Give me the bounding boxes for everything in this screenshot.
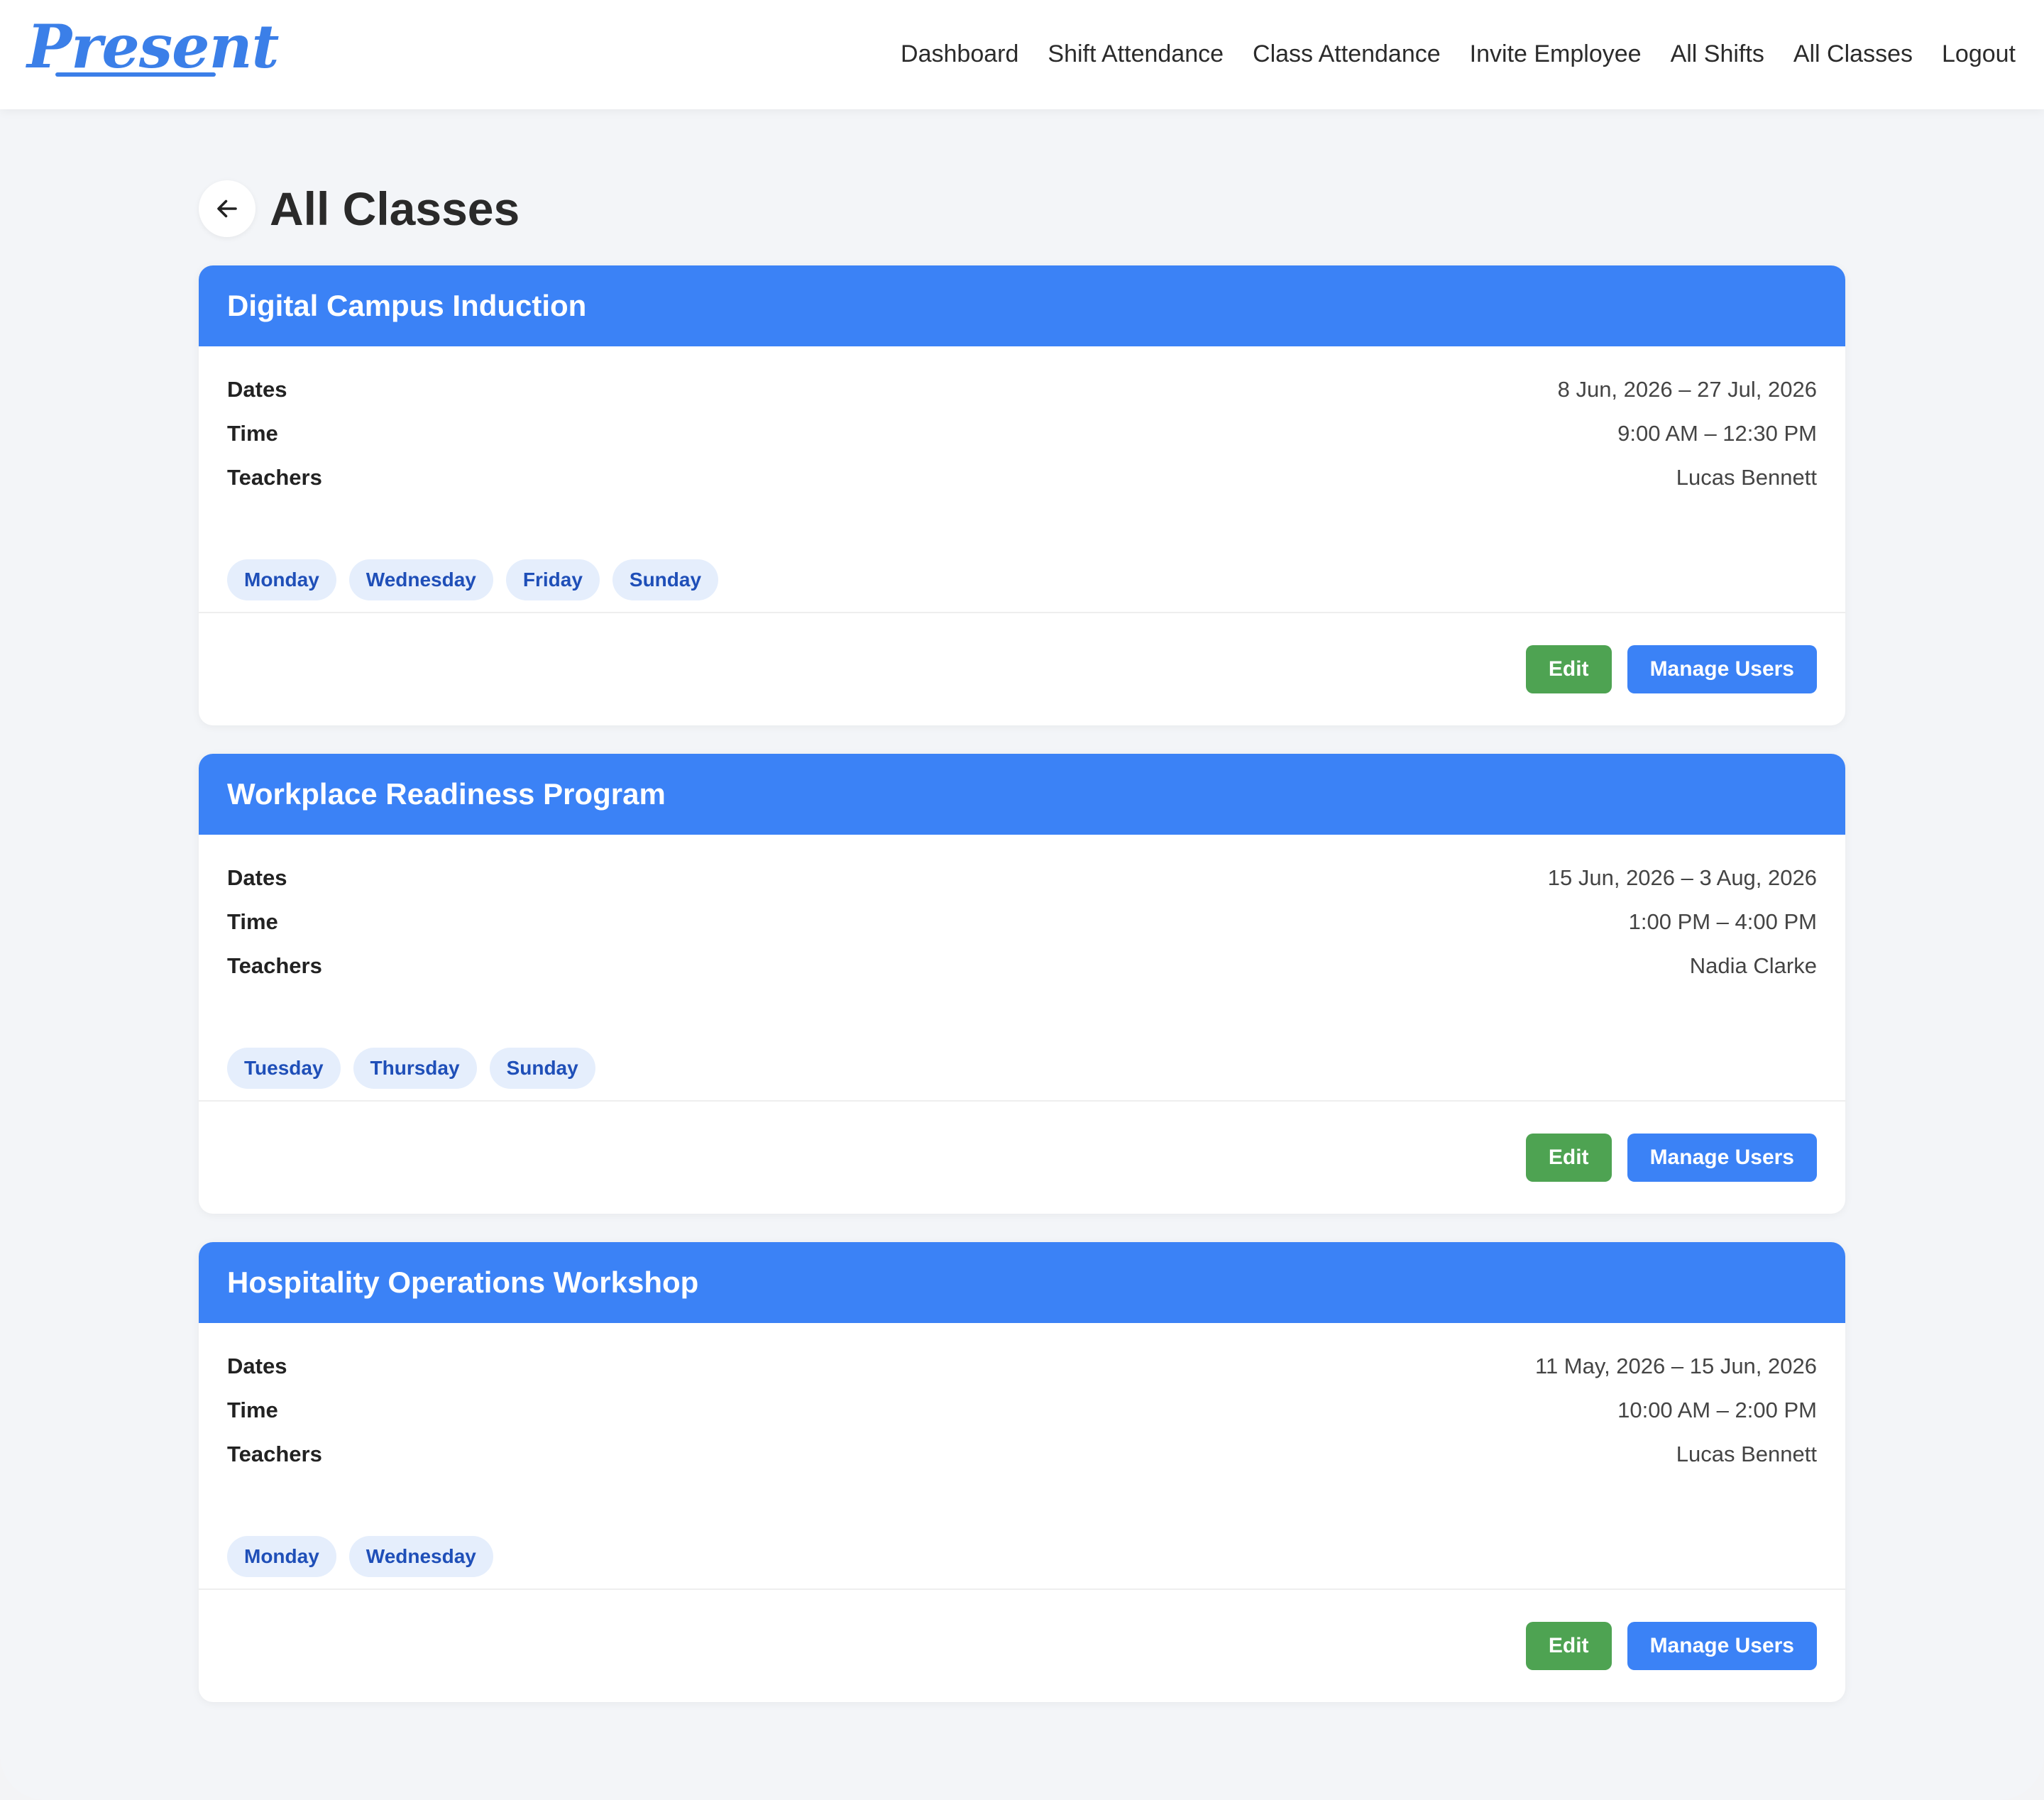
teachers-row: Teachers Nadia Clarke [227,944,1817,988]
time-label: Time [227,1398,278,1422]
teachers-value: Lucas Bennett [1676,465,1817,490]
teachers-row: Teachers Lucas Bennett [227,1432,1817,1476]
day-pill: Sunday [612,559,719,600]
class-name: Workplace Readiness Program [227,777,666,811]
manage-users-button[interactable]: Manage Users [1627,645,1817,693]
class-card-footer: Edit Manage Users [199,612,1845,725]
nav-all-classes[interactable]: All Classes [1793,35,1913,72]
edit-button[interactable]: Edit [1525,645,1612,693]
dates-row: Dates 8 Jun, 2026 – 27 Jul, 2026 [227,368,1817,412]
arrow-left-icon [217,199,237,218]
class-card-footer: Edit Manage Users [199,1588,1845,1702]
dates-label: Dates [227,1354,287,1378]
nav-logout[interactable]: Logout [1942,35,2016,72]
day-pill: Friday [505,559,600,600]
class-card: Digital Campus Induction Dates 8 Jun, 20… [199,265,1845,725]
brand-logo[interactable]: Present [27,11,279,82]
day-pill: Wednesday [348,1536,493,1577]
dates-row: Dates 15 Jun, 2026 – 3 Aug, 2026 [227,856,1817,900]
class-card-header: Hospitality Operations Workshop [199,1242,1845,1323]
dates-value: 15 Jun, 2026 – 3 Aug, 2026 [1547,865,1817,890]
class-card-header: Workplace Readiness Program [199,754,1845,835]
teachers-label: Teachers [227,465,322,490]
page-heading: All Classes [199,179,520,238]
page-title: All Classes [270,182,520,235]
nav-class-attendance[interactable]: Class Attendance [1253,35,1441,72]
class-name: Digital Campus Induction [227,289,587,322]
top-navbar: Present Dashboard Shift Attendance Class… [0,0,2044,109]
day-pills: Monday Wednesday Friday Sunday [227,559,719,600]
time-value: 9:00 AM – 12:30 PM [1617,421,1817,446]
brand-logo-text: Present [27,11,279,82]
time-row: Time 10:00 AM – 2:00 PM [227,1388,1817,1432]
time-label: Time [227,909,278,934]
class-card-body: Dates 8 Jun, 2026 – 27 Jul, 2026 Time 9:… [199,346,1845,612]
dates-label: Dates [227,865,287,890]
dates-row: Dates 11 May, 2026 – 15 Jun, 2026 [227,1344,1817,1388]
brand-logo-underline [55,72,216,77]
time-label: Time [227,421,278,446]
main-nav: Dashboard Shift Attendance Class Attenda… [901,35,2016,72]
day-pill: Tuesday [227,1048,341,1089]
dates-value: 8 Jun, 2026 – 27 Jul, 2026 [1557,377,1817,402]
day-pill: Sunday [489,1048,595,1089]
time-value: 10:00 AM – 2:00 PM [1617,1398,1817,1422]
teachers-value: Nadia Clarke [1689,953,1817,978]
nav-all-shifts[interactable]: All Shifts [1671,35,1764,72]
day-pill: Wednesday [348,559,493,600]
day-pills: Tuesday Thursday Sunday [227,1048,595,1089]
time-value: 1:00 PM – 4:00 PM [1628,909,1817,934]
day-pill: Monday [227,1536,336,1577]
teachers-value: Lucas Bennett [1676,1442,1817,1466]
class-card: Workplace Readiness Program Dates 15 Jun… [199,754,1845,1214]
edit-button[interactable]: Edit [1525,1134,1612,1182]
class-card: Hospitality Operations Workshop Dates 11… [199,1242,1845,1702]
back-button[interactable] [199,180,256,237]
teachers-label: Teachers [227,1442,322,1466]
edit-button[interactable]: Edit [1525,1622,1612,1670]
class-card-body: Dates 11 May, 2026 – 15 Jun, 2026 Time 1… [199,1323,1845,1588]
manage-users-button[interactable]: Manage Users [1627,1134,1817,1182]
time-row: Time 9:00 AM – 12:30 PM [227,412,1817,456]
nav-shift-attendance[interactable]: Shift Attendance [1048,35,1224,72]
manage-users-button[interactable]: Manage Users [1627,1622,1817,1670]
page: Present Dashboard Shift Attendance Class… [0,0,2044,1800]
day-pill: Monday [227,559,336,600]
teachers-label: Teachers [227,953,322,978]
class-card-footer: Edit Manage Users [199,1100,1845,1214]
class-name: Hospitality Operations Workshop [227,1266,699,1299]
class-card-header: Digital Campus Induction [199,265,1845,346]
time-row: Time 1:00 PM – 4:00 PM [227,900,1817,944]
nav-invite-employee[interactable]: Invite Employee [1470,35,1642,72]
day-pills: Monday Wednesday [227,1536,493,1577]
nav-dashboard[interactable]: Dashboard [901,35,1018,72]
class-card-body: Dates 15 Jun, 2026 – 3 Aug, 2026 Time 1:… [199,835,1845,1100]
dates-value: 11 May, 2026 – 15 Jun, 2026 [1535,1354,1817,1378]
teachers-row: Teachers Lucas Bennett [227,456,1817,500]
dates-label: Dates [227,377,287,402]
class-list: Digital Campus Induction Dates 8 Jun, 20… [199,265,1845,1730]
day-pill: Thursday [353,1048,477,1089]
